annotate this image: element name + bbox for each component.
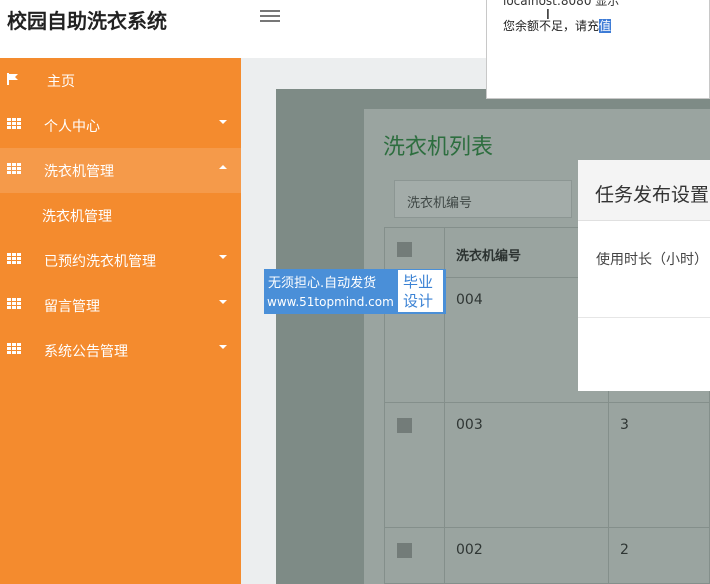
grid-icon: [7, 163, 21, 175]
chevron-down-icon: [219, 345, 227, 349]
grid-icon: [7, 253, 21, 265]
browser-alert: localhost:8080 显示 您余额不足，请充值: [486, 0, 710, 99]
hamburger-menu-icon[interactable]: [260, 10, 280, 24]
column-header: 洗衣机编号: [456, 249, 522, 264]
sidebar-item-personal-center[interactable]: 个人中心: [0, 103, 241, 148]
search-input[interactable]: 洗衣机编号: [394, 180, 572, 218]
select-all-checkbox[interactable]: [397, 242, 412, 257]
dialog-divider: [578, 317, 710, 318]
ad-slogan: 无须担心.自动发货: [268, 276, 377, 291]
dialog-header: 任务发布设置: [578, 160, 710, 221]
task-dialog: 任务发布设置 使用时长（小时）: [578, 160, 710, 391]
table-divider: [384, 527, 710, 528]
table-cell-id: 003: [456, 417, 483, 433]
alert-message-selection: 值: [599, 19, 612, 33]
row-checkbox[interactable]: [397, 543, 412, 558]
grid-icon: [7, 343, 21, 355]
table-divider: [384, 402, 710, 403]
page-title: 洗衣机列表: [383, 135, 494, 160]
sidebar-item-label: 系统公告管理: [44, 344, 128, 360]
sidebar: 主页 个人中心 洗衣机管理 洗衣机管理 已预约洗衣机管理 留言管理 系统公告管理: [0, 58, 241, 584]
table-cell-id: 004: [456, 292, 483, 308]
search-placeholder: 洗衣机编号: [407, 196, 473, 211]
sidebar-item-washer-management[interactable]: 洗衣机管理: [0, 148, 241, 193]
chevron-down-icon: [219, 300, 227, 304]
sidebar-item-messages[interactable]: 留言管理: [0, 283, 241, 328]
alert-source: localhost:8080 显示: [503, 0, 620, 8]
sidebar-item-label: 已预约洗衣机管理: [44, 254, 156, 270]
chevron-down-icon: [219, 120, 227, 124]
sidebar-item-home[interactable]: 主页: [0, 58, 241, 103]
sidebar-item-announcements[interactable]: 系统公告管理: [0, 328, 241, 373]
table-cell-value: 3: [620, 417, 629, 433]
sidebar-item-label: 洗衣机管理: [44, 164, 114, 180]
chevron-up-icon: [219, 165, 227, 169]
grid-icon: [7, 298, 21, 310]
table-cell-id: 002: [456, 542, 483, 558]
ad-banner[interactable]: 无须担心.自动发货 www.51topmind.com 毕业 设计: [264, 269, 446, 314]
sidebar-subitem-label: 洗衣机管理: [42, 209, 112, 225]
flag-icon: [7, 73, 18, 85]
ad-badge: 毕业 设计: [398, 270, 443, 312]
dialog-body: 任务发布设置 使用时长（小时）: [578, 160, 710, 391]
sidebar-item-label: 主页: [47, 74, 75, 90]
ad-url: www.51topmind.com: [267, 295, 394, 309]
alert-message: 您余额不足，请充值: [503, 17, 612, 34]
sidebar-item-reserved-washers[interactable]: 已预约洗衣机管理: [0, 238, 241, 283]
ad-badge-line2: 设计: [403, 292, 434, 310]
row-checkbox[interactable]: [397, 418, 412, 433]
duration-field-label: 使用时长（小时）: [596, 252, 708, 268]
sidebar-item-label: 留言管理: [44, 299, 100, 315]
grid-icon: [7, 118, 21, 130]
sidebar-item-label: 个人中心: [44, 119, 100, 135]
chevron-down-icon: [219, 255, 227, 259]
table-cell-value: 2: [620, 542, 629, 558]
text-cursor-icon: I: [546, 8, 550, 23]
app-title: 校园自助洗衣系统: [7, 9, 167, 33]
ad-badge-line1: 毕业: [403, 273, 434, 291]
dialog-title: 任务发布设置: [595, 184, 710, 206]
sidebar-subitem-washer-management[interactable]: 洗衣机管理: [0, 193, 241, 238]
